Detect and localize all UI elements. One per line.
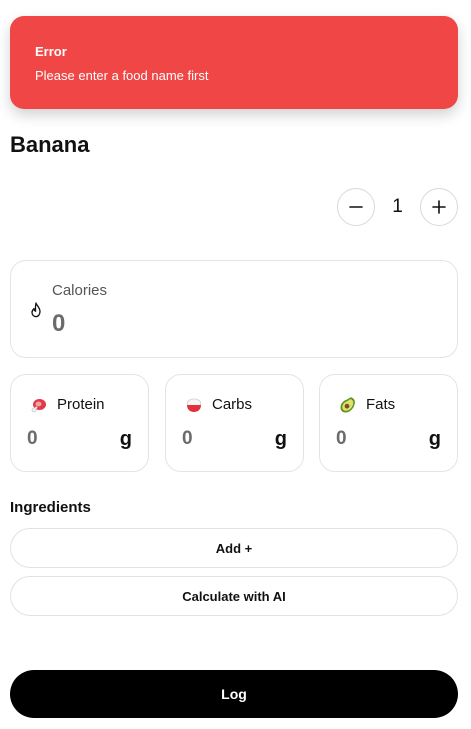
flame-icon [31, 302, 41, 318]
log-button[interactable]: Log [10, 670, 458, 718]
fats-card[interactable]: Fats 0 g [319, 374, 458, 472]
meat-icon [31, 399, 46, 413]
protein-value: 0 [27, 428, 38, 449]
quantity-value: 1 [392, 196, 403, 217]
calories-label: Calories [52, 282, 108, 299]
food-name-title: Banana [10, 132, 90, 157]
add-ingredient-button[interactable]: Add + [10, 528, 458, 568]
fats-value: 0 [336, 428, 347, 449]
carbs-unit: g [274, 428, 287, 450]
food-log-screen: Error Please enter a food name first Ban… [0, 0, 471, 729]
error-toast[interactable]: Error Please enter a food name first [10, 16, 458, 109]
protein-unit: g [119, 428, 132, 450]
carbs-label: Carbs [212, 396, 253, 413]
rice-bowl-icon [186, 398, 202, 412]
ingredients-heading: Ingredients [10, 499, 91, 516]
carbs-card[interactable]: Carbs 0 g [165, 374, 304, 472]
quantity-stepper: 1 [337, 188, 458, 226]
calculate-with-ai-button[interactable]: Calculate with AI [10, 576, 458, 616]
minus-icon [349, 206, 363, 208]
protein-label: Protein [57, 396, 105, 413]
toast-title: Error [35, 44, 67, 59]
increment-button[interactable] [420, 188, 458, 226]
avocado-icon [340, 397, 355, 413]
carbs-value: 0 [182, 428, 193, 449]
decrement-button[interactable] [337, 188, 375, 226]
fats-label: Fats [366, 396, 396, 413]
fats-unit: g [428, 428, 441, 450]
calories-value: 0 [52, 310, 66, 337]
protein-card[interactable]: Protein 0 g [10, 374, 149, 472]
toast-message: Please enter a food name first [35, 68, 209, 83]
plus-icon [432, 200, 446, 214]
calories-card[interactable]: Calories 0 [10, 260, 458, 358]
